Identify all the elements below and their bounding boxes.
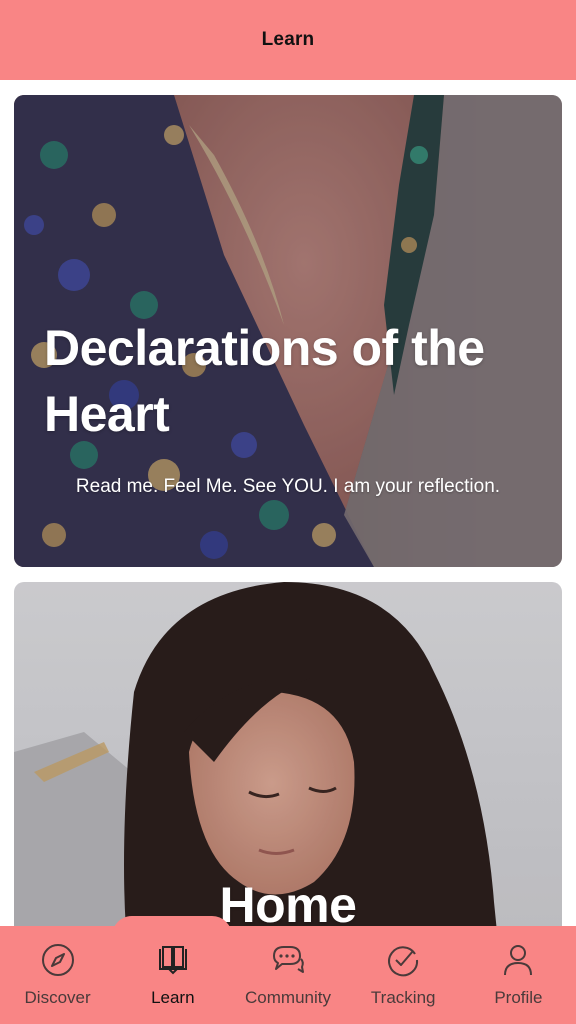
tab-profile[interactable]: Profile: [461, 926, 576, 1024]
course-card-declarations[interactable]: Declarations of the Heart Read me. Feel …: [14, 95, 562, 567]
course-card-home[interactable]: Home: [14, 582, 562, 926]
tab-discover[interactable]: Discover: [0, 926, 115, 1024]
card-title: Declarations of the Heart: [44, 320, 485, 442]
check-circle-icon: [383, 940, 423, 980]
person-icon: [498, 940, 538, 980]
tab-label: Tracking: [370, 988, 436, 1007]
compass-icon: [38, 940, 78, 980]
active-tab-indicator: [112, 916, 232, 936]
card-title: Home: [219, 877, 357, 926]
tab-community[interactable]: Community: [230, 926, 345, 1024]
learn-feed[interactable]: Declarations of the Heart Read me. Feel …: [0, 80, 576, 926]
tab-tracking[interactable]: Tracking: [346, 926, 461, 1024]
chat-bubbles-icon: [268, 940, 308, 980]
tab-label: Community: [245, 988, 331, 1007]
page-title: Learn: [261, 29, 315, 50]
tab-label: Discover: [24, 988, 91, 1007]
tab-label: Learn: [151, 988, 195, 1007]
app-header: Learn: [0, 0, 576, 80]
bottom-tab-bar: Discover Learn Community Tracking Profil…: [0, 916, 576, 1024]
card-subtitle: Read me. Feel Me. See YOU. I am your ref…: [75, 476, 501, 497]
tab-learn[interactable]: Learn: [115, 926, 230, 1024]
tab-label: Profile: [494, 988, 543, 1007]
book-icon: [153, 940, 193, 980]
